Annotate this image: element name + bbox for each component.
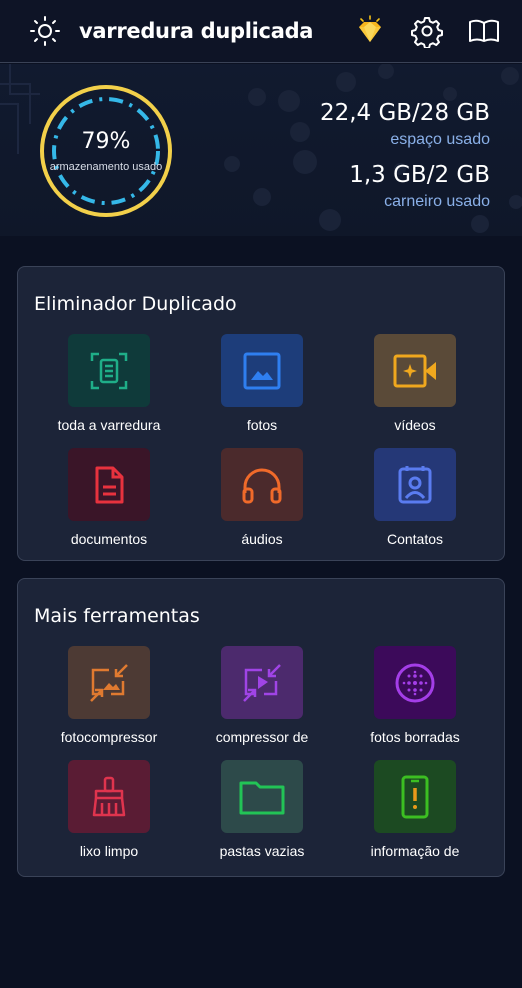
document-icon	[95, 466, 124, 503]
tile-blurry-photos[interactable]: fotos borradas	[340, 646, 490, 756]
tile-audios-label: áudios	[241, 531, 283, 547]
phone-info-icon	[401, 775, 429, 818]
tile-video-compressor-label: compressor de	[215, 729, 309, 745]
storage-gauge-label: armazenamento usado	[49, 161, 163, 173]
blur-icon	[395, 663, 435, 702]
folder-icon	[239, 781, 285, 814]
storage-percent: 79%	[81, 129, 131, 154]
tile-empty-folders-label: pastas vazias	[219, 843, 305, 859]
tile-empty-folders[interactable]: pastas vazias	[187, 760, 337, 870]
tools-card-title: Mais ferramentas	[34, 605, 200, 627]
tile-contacts[interactable]: Contatos	[340, 448, 490, 558]
guide-book-icon[interactable]	[467, 14, 501, 48]
more-tools-card: Mais ferramentas fotocompressor compress…	[17, 578, 505, 877]
tile-device-info[interactable]: informação de	[340, 760, 490, 870]
contact-badge-icon	[398, 465, 432, 503]
image-icon	[243, 352, 281, 389]
tile-junk-clean-label: lixo limpo	[79, 843, 139, 859]
tile-junk-clean[interactable]: lixo limpo	[34, 760, 184, 870]
tile-video-compressor[interactable]: compressor de	[187, 646, 337, 756]
duplicate-eliminator-card: Eliminador Duplicado toda a varredura fo…	[17, 266, 505, 561]
settings-gear-icon[interactable]	[410, 14, 444, 48]
ram-used-label: carneiro usado	[384, 193, 490, 210]
tile-device-info-label: informação de	[370, 843, 460, 859]
scan-document-icon	[90, 352, 128, 389]
headphones-icon	[242, 468, 282, 503]
tile-full-scan[interactable]: toda a varredura	[34, 334, 184, 444]
video-camera-icon	[393, 354, 436, 387]
duplicate-card-title: Eliminador Duplicado	[34, 293, 237, 315]
storage-summary: 79% armazenamento usado 22,4 GB/28 GB es…	[0, 64, 522, 236]
brightness-icon[interactable]	[28, 14, 62, 48]
video-compress-icon	[243, 663, 281, 702]
premium-gem-icon[interactable]	[353, 14, 387, 48]
storage-used-value: 22,4 GB/28 GB	[319, 100, 490, 126]
tile-photo-compressor-label: fotocompressor	[60, 729, 158, 745]
ram-used-value: 1,3 GB/2 GB	[349, 162, 490, 188]
broom-icon	[92, 776, 126, 816]
tile-videos-label: vídeos	[394, 417, 436, 433]
tile-blurry-photos-label: fotos borradas	[370, 729, 460, 745]
tile-documents[interactable]: documentos	[34, 448, 184, 558]
photo-compress-icon	[90, 663, 128, 702]
top-bar: varredura duplicada	[0, 0, 522, 63]
app-title: varredura duplicada	[79, 19, 314, 43]
storage-used-label: espaço usado	[390, 131, 490, 148]
tile-documents-label: documentos	[70, 531, 148, 547]
tile-photo-compressor[interactable]: fotocompressor	[34, 646, 184, 756]
tile-contacts-label: Contatos	[386, 531, 444, 547]
tile-photos[interactable]: fotos	[187, 334, 337, 444]
tile-videos[interactable]: vídeos	[340, 334, 490, 444]
tile-photos-label: fotos	[246, 417, 278, 433]
tile-full-scan-label: toda a varredura	[57, 417, 161, 433]
tile-audios[interactable]: áudios	[187, 448, 337, 558]
